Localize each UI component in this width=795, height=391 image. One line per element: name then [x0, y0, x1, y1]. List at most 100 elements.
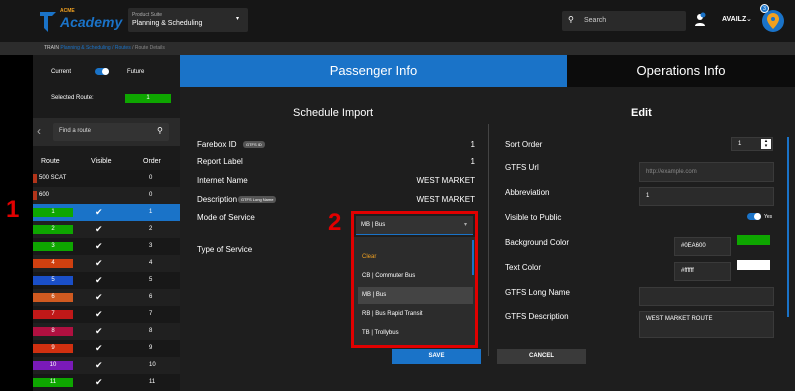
option-commuter-bus[interactable]: CB | Commuter Bus [358, 268, 473, 285]
route-visible-check[interactable]: ✔ [95, 343, 103, 354]
tab-passenger-info[interactable]: Passenger Info [180, 55, 567, 87]
text-color-input[interactable]: #ffffff [674, 262, 731, 281]
type-of-service-label: Type of Service [197, 245, 253, 254]
route-row[interactable]: 9 ✔ 9 [33, 340, 180, 357]
sort-order-label: Sort Order [505, 140, 543, 149]
text-color-value: #ffffff [681, 268, 694, 274]
panel-scrollbar[interactable] [787, 137, 789, 317]
option-bus-rapid-transit[interactable]: RB | Bus Rapid Transit [358, 306, 473, 323]
user-chevron-icon[interactable]: ⌄ [746, 15, 752, 23]
route-color-swatch: 500 SCAT [33, 174, 73, 183]
background-color-input[interactable]: #0EA600 [674, 237, 731, 256]
gtfs-long-name-input[interactable] [639, 287, 774, 306]
brand-main-text: Academy [60, 14, 123, 30]
background-color-swatch[interactable] [737, 235, 770, 245]
route-search[interactable]: ‹ Find a route ⚲ [33, 118, 180, 146]
gtfs-long-name-label: GTFS Long Name [505, 288, 570, 297]
route-row[interactable]: 1 ✔ 1 [33, 204, 180, 221]
mode-of-service-label: Mode of Service [197, 213, 255, 222]
route-search-input[interactable]: Find a route ⚲ [53, 123, 169, 141]
edit-title: Edit [631, 107, 652, 119]
route-visible-check[interactable]: ✔ [95, 377, 103, 388]
breadcrumb: TRAIN Planning & Scheduling / Routes / R… [0, 42, 795, 55]
search-icon: ⚲ [157, 126, 163, 135]
option-trollybus[interactable]: TB | Trollybus [358, 325, 473, 342]
gtfs-description-input[interactable]: WEST MARKET ROUTE [639, 311, 774, 338]
route-row[interactable]: 11 ✔ 11 [33, 374, 180, 391]
abbreviation-value: 1 [646, 193, 650, 199]
user-menu[interactable]: AVAILZ [722, 16, 746, 23]
route-visible-check[interactable]: ✔ [95, 360, 103, 371]
option-clear[interactable]: Clear [358, 249, 473, 266]
route-row[interactable]: 8 ✔ 8 [33, 323, 180, 340]
column-order: Order [143, 158, 161, 165]
notification-icon[interactable] [694, 12, 706, 28]
route-visible-check[interactable]: ✔ [95, 292, 103, 303]
farebox-label: Farebox ID [197, 140, 237, 149]
text-color-label: Text Color [505, 263, 542, 272]
suite-value: Planning & Scheduling [132, 20, 203, 27]
stepper-arrows-icon[interactable]: ▴ ▾ [761, 139, 771, 149]
route-row[interactable]: 2 ✔ 2 [33, 221, 180, 238]
route-visible-check[interactable]: ✔ [95, 224, 103, 235]
route-color-swatch: 10 [33, 361, 73, 370]
mode-of-service-select[interactable]: MB | Bus ▾ [356, 216, 473, 235]
route-row[interactable]: 4 ✔ 4 [33, 255, 180, 272]
route-color-swatch: 6 [33, 293, 73, 302]
route-row[interactable]: 500 SCAT 0 [33, 170, 180, 187]
route-row[interactable]: 6 ✔ 6 [33, 289, 180, 306]
tab-passenger-label: Passenger Info [329, 63, 418, 78]
route-order: 7 [149, 311, 153, 317]
route-visible-check[interactable]: ✔ [95, 275, 103, 286]
notification-count: 3 [763, 6, 766, 12]
route-row[interactable]: 5 ✔ 5 [33, 272, 180, 289]
save-button[interactable]: SAVE [392, 349, 481, 364]
chevron-down-icon: ▾ [464, 222, 468, 228]
route-visible-check[interactable]: ✔ [95, 241, 103, 252]
sort-order-stepper[interactable]: 1 ▴ ▾ [731, 137, 773, 151]
route-order: 0 [149, 175, 153, 181]
cancel-label: CANCEL [529, 353, 554, 359]
route-row[interactable]: 600 0 [33, 187, 180, 204]
brand-logo[interactable]: ACME Academy [38, 8, 128, 34]
gtfs-url-placeholder: http://example.com [646, 169, 697, 175]
abbreviation-label: Abbreviation [505, 188, 550, 197]
route-visible-check[interactable]: ✔ [95, 207, 103, 218]
text-color-swatch[interactable] [737, 260, 770, 270]
gtfs-url-input[interactable]: http://example.com [639, 162, 774, 182]
route-color-swatch: 2 [33, 225, 73, 234]
option-trollybus-label: TB | Trollybus [362, 330, 399, 336]
route-visible-check[interactable]: ✔ [95, 258, 103, 269]
internet-name-label: Internet Name [197, 176, 248, 185]
chevron-left-icon[interactable]: ‹ [37, 124, 41, 138]
current-future-toggle[interactable] [95, 68, 109, 75]
abbreviation-input[interactable]: 1 [639, 187, 774, 206]
future-label: Future [127, 69, 145, 75]
tab-operations-info[interactable]: Operations Info [567, 55, 795, 87]
breadcrumb-path[interactable]: Planning & Scheduling / Routes [60, 45, 130, 51]
section-divider [488, 124, 489, 356]
option-clear-label: Clear [362, 254, 377, 260]
route-color-swatch: 1 [33, 208, 73, 217]
cancel-button[interactable]: CANCEL [497, 349, 586, 364]
top-bar: ACME Academy Product Suite Planning & Sc… [0, 0, 795, 42]
search-placeholder: Search [584, 17, 607, 24]
option-brt-label: RB | Bus Rapid Transit [362, 311, 423, 317]
farebox-badge: GTFS ID [243, 141, 265, 148]
route-sidebar: Current Future Selected Route: 1 ‹ Find … [33, 55, 180, 391]
breadcrumb-root[interactable]: TRAIN [44, 45, 59, 51]
product-suite-select[interactable]: Product Suite Planning & Scheduling ▾ [128, 8, 248, 32]
visible-to-public-toggle[interactable] [747, 213, 761, 220]
gtfs-description-label: GTFS Description [505, 312, 569, 321]
option-bus[interactable]: MB | Bus [358, 287, 473, 304]
route-row[interactable]: 3 ✔ 3 [33, 238, 180, 255]
route-row[interactable]: 7 ✔ 7 [33, 306, 180, 323]
search-input[interactable]: ⚲ Search [562, 11, 686, 31]
breadcrumb-current: / Route Details [132, 45, 165, 51]
search-icon: ⚲ [568, 15, 574, 24]
annotation-one: 1 [6, 196, 20, 223]
route-visible-check[interactable]: ✔ [95, 309, 103, 320]
background-color-value: #0EA600 [681, 243, 706, 249]
route-row[interactable]: 10 ✔ 10 [33, 357, 180, 374]
route-visible-check[interactable]: ✔ [95, 326, 103, 337]
